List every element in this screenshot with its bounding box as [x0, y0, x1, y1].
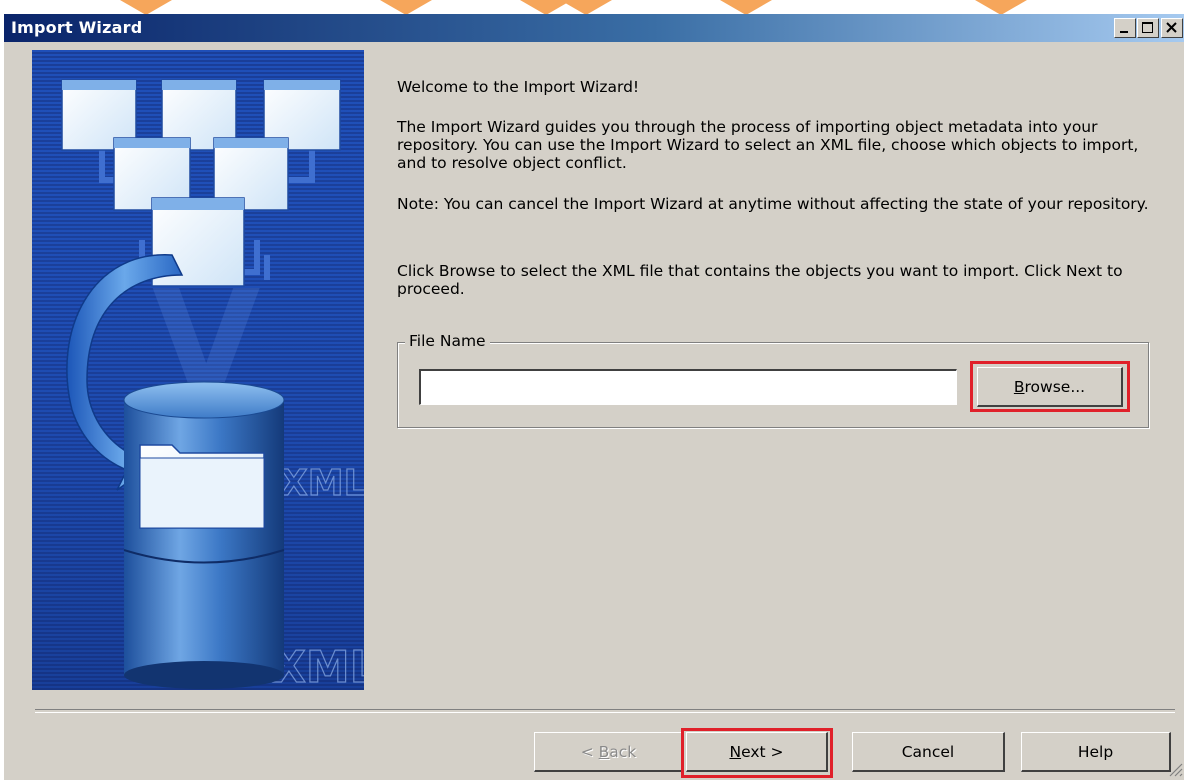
maximize-icon [1142, 22, 1153, 33]
title-bar[interactable]: Import Wizard [4, 14, 1184, 42]
file-name-label: File Name [405, 332, 490, 350]
wizard-banner-image: V XML XML [32, 50, 364, 690]
maximize-button[interactable] [1137, 18, 1159, 38]
minimize-icon [1120, 31, 1128, 33]
next-highlight-box [681, 728, 833, 778]
banner-watermark-xml-2: XML [272, 642, 364, 690]
window-title: Import Wizard [11, 18, 143, 37]
welcome-heading: Welcome to the Import Wizard! [397, 78, 640, 96]
help-button[interactable]: Help [1021, 732, 1171, 772]
browse-highlight-box [970, 361, 1130, 412]
description-text: The Import Wizard guides you through the… [397, 118, 1139, 172]
resize-grip-icon[interactable] [1164, 758, 1184, 778]
note-text: Note: You can cancel the Import Wizard a… [397, 195, 1149, 213]
import-wizard-window: Import Wizard V XML XML Welcome to the I… [3, 14, 1184, 780]
back-button[interactable]: < Back [534, 732, 684, 772]
minimize-button[interactable] [1114, 18, 1136, 38]
cancel-button[interactable]: Cancel [852, 732, 1005, 772]
file-name-input[interactable] [419, 369, 957, 405]
instructions-text: Click Browse to select the XML file that… [397, 262, 1123, 298]
close-icon [1166, 22, 1177, 33]
footer-separator [35, 709, 1175, 713]
banner-watermark-xml-1: XML [280, 463, 364, 504]
close-button[interactable] [1161, 18, 1183, 38]
